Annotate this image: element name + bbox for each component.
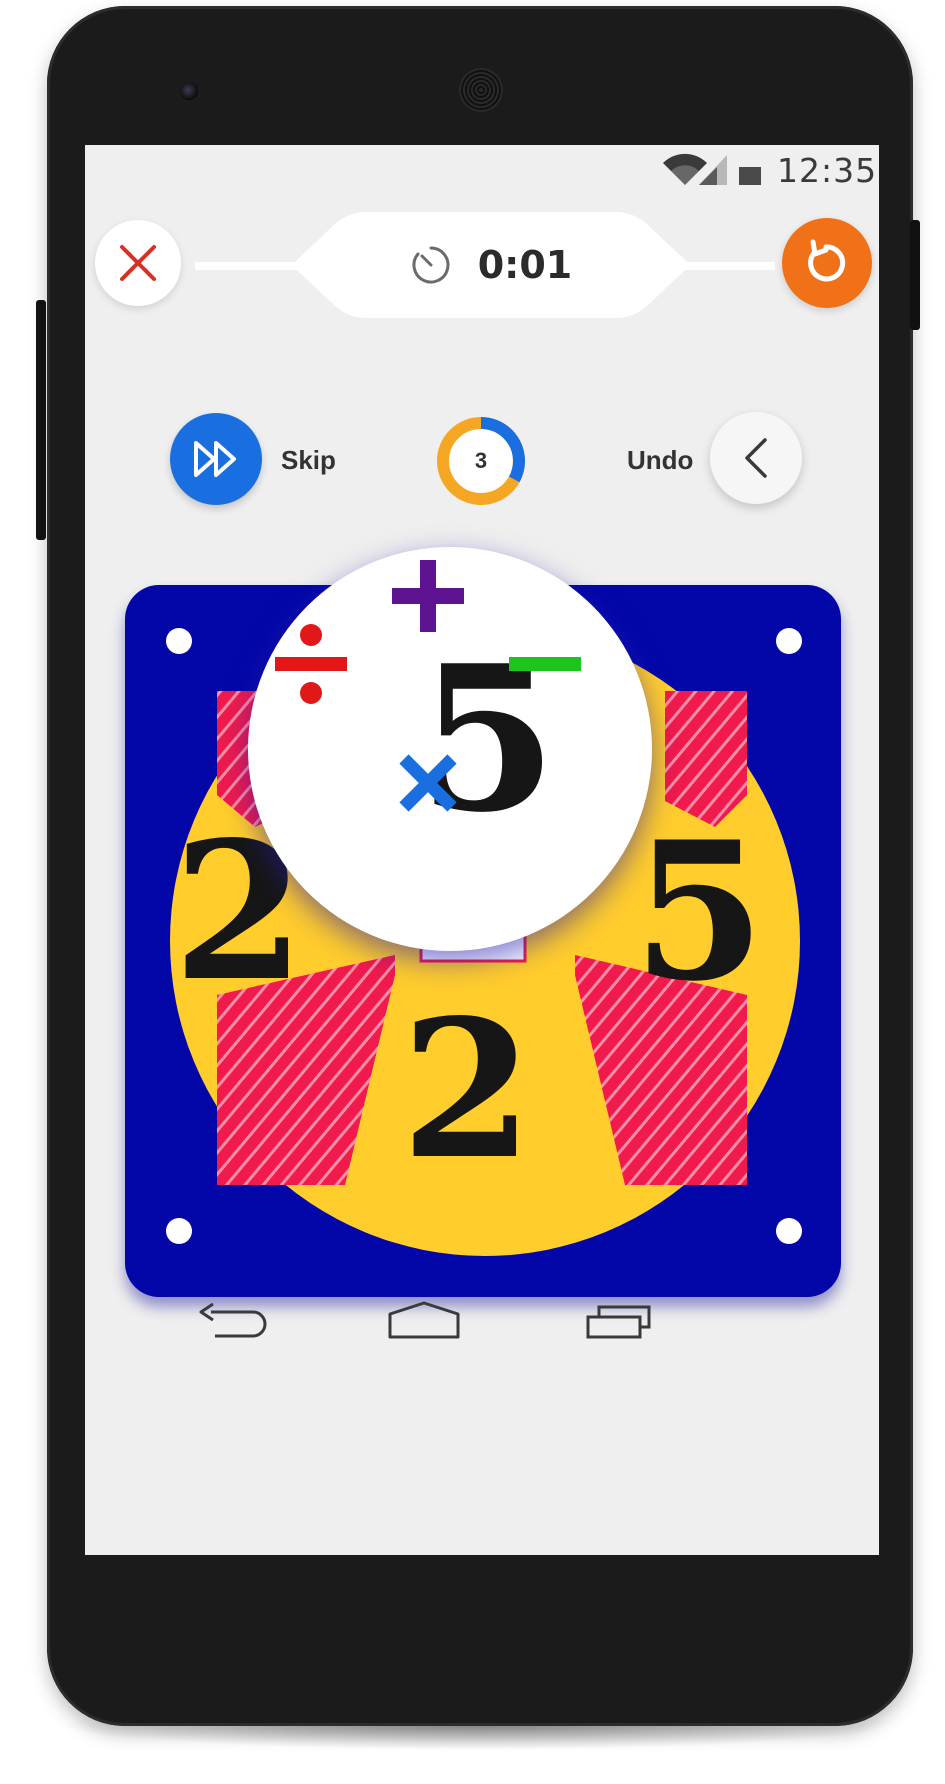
timer-value: 0:01: [477, 243, 573, 287]
screen: 12:35 0:01 Skip 3 Undo 2 5 2 5: [85, 145, 879, 1555]
skip-label[interactable]: Skip: [281, 445, 336, 476]
earpiece-speaker: [459, 68, 503, 112]
times-operator-icon[interactable]: [398, 753, 458, 813]
undo-label[interactable]: Undo: [627, 445, 693, 476]
plus-operator-icon[interactable]: [392, 560, 464, 632]
close-button[interactable]: [95, 220, 181, 306]
status-time: 12:35: [777, 151, 878, 190]
skip-button[interactable]: [170, 413, 262, 505]
restart-button[interactable]: [782, 218, 872, 308]
signal-icon: [699, 155, 727, 190]
front-camera: [180, 82, 198, 100]
undo-button[interactable]: [710, 412, 802, 504]
minus-operator-icon[interactable]: [509, 655, 581, 673]
fast-forward-icon: [194, 441, 236, 477]
divide-operator-icon[interactable]: [275, 623, 347, 705]
close-icon: [120, 245, 156, 281]
back-icon[interactable]: [197, 1302, 267, 1342]
timer-display: 0:01: [295, 208, 687, 322]
remaining-count: 3: [474, 448, 488, 473]
stopwatch-icon: [412, 246, 450, 284]
side-button-left: [36, 300, 46, 540]
restart-icon: [808, 239, 846, 282]
side-button-right: [910, 220, 920, 330]
chevron-left-icon: [745, 438, 767, 478]
battery-icon: [739, 167, 761, 185]
home-icon[interactable]: [387, 1300, 461, 1340]
tile-right-number[interactable]: 5: [629, 817, 769, 1007]
tile-bottom-number[interactable]: 2: [397, 995, 537, 1185]
recents-icon[interactable]: [585, 1303, 653, 1341]
